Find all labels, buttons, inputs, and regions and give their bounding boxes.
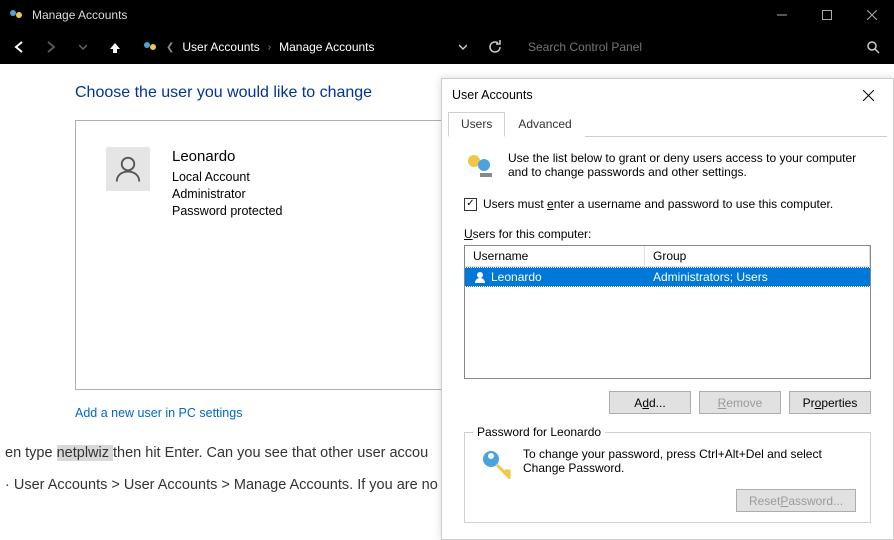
avatar[interactable] [106,147,150,191]
minimize-button[interactable] [759,0,804,30]
window-title: Manage Accounts [32,8,759,22]
refresh-button[interactable] [482,34,508,60]
checkbox-label: Users must enter a username and password… [483,197,833,211]
table-row[interactable]: Leonardo Administrators; Users [465,267,870,287]
user-icon [473,270,487,284]
breadcrumb-dropdown[interactable] [450,34,476,60]
table-header[interactable]: Username Group [465,246,870,267]
row-username: Leonardo [491,270,542,284]
maximize-button[interactable] [804,0,849,30]
col-group[interactable]: Group [645,246,870,266]
blurb-text: Use the list below to grant or deny user… [508,151,871,179]
chevron-right-icon: ❮ [166,42,174,53]
recent-dropdown[interactable] [70,34,96,60]
breadcrumb-level2[interactable]: Manage Accounts [279,40,374,54]
search-box[interactable] [520,34,888,60]
col-username[interactable]: Username [465,246,645,266]
highlighted-text: netplwiz [57,445,113,461]
app-icon [8,7,24,23]
properties-button[interactable]: Properties [789,391,871,414]
titlebar: Manage Accounts [0,0,894,30]
user-pw-status: Password protected [172,203,282,220]
fieldset-legend: Password for Leonardo [473,425,605,439]
up-button[interactable] [102,34,128,60]
navbar: ❮ User Accounts › Manage Accounts [0,30,894,64]
breadcrumb[interactable]: ❮ User Accounts › Manage Accounts [134,34,444,60]
dialog-tabs: Users Advanced [448,111,887,137]
password-fieldset: Password for Leonardo To change your pas… [464,432,871,523]
search-icon[interactable] [866,40,880,54]
breadcrumb-level1[interactable]: User Accounts [182,40,259,54]
dialog-title-text: User Accounts [452,88,853,102]
users-keys-icon [464,151,496,183]
checkbox-icon[interactable]: ✓ [464,198,477,211]
dialog-close-button[interactable] [853,84,883,106]
tab-advanced[interactable]: Advanced [505,112,584,137]
tab-body: Use the list below to grant or deny user… [442,137,893,537]
fieldset-text: To change your password, press Ctrl+Alt+… [523,447,856,475]
user-role: Administrator [172,186,282,203]
user-accounts-dialog: User Accounts Users Advanced Use the lis… [441,78,894,540]
chevron-right-icon: › [268,42,271,53]
user-type: Local Account [172,169,282,186]
remove-button: Remove [699,391,781,414]
close-button[interactable] [849,0,894,30]
users-list-label: Users for this computer: [464,227,871,241]
users-icon [142,39,158,55]
user-name: Leonardo [172,147,282,167]
reset-password-button: Reset Password... [736,489,856,512]
require-login-checkbox[interactable]: ✓ Users must enter a username and passwo… [464,197,871,211]
back-button[interactable] [6,34,32,60]
add-user-link[interactable]: Add a new user in PC settings [75,406,242,420]
search-input[interactable] [528,40,866,54]
dialog-titlebar[interactable]: User Accounts [442,79,893,111]
background-text: en type netplwiz then hit Enter. Can you… [0,438,438,502]
add-button[interactable]: Add... [609,391,691,414]
key-user-icon [479,447,511,479]
tab-users[interactable]: Users [448,112,505,137]
forward-button[interactable] [38,34,64,60]
user-info[interactable]: Leonardo Local Account Administrator Pas… [172,147,282,220]
users-table[interactable]: Username Group Leonardo Administrators; … [464,245,871,379]
row-group: Administrators; Users [645,268,870,286]
